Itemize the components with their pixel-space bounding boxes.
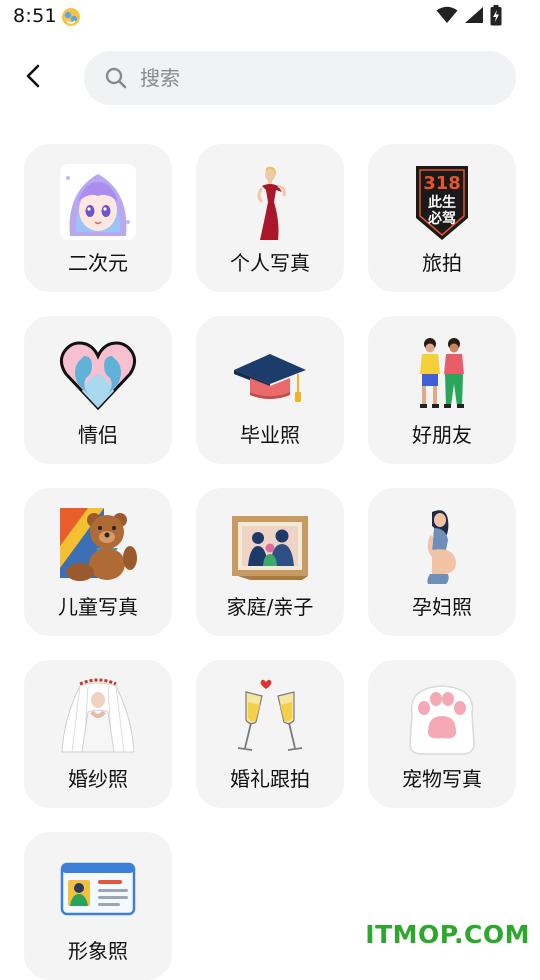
teddy-bear-icon bbox=[58, 506, 138, 586]
anime-girl-icon bbox=[58, 162, 138, 242]
search-icon bbox=[104, 66, 128, 90]
category-label: 婚纱照 bbox=[68, 767, 128, 791]
category-card-anime[interactable]: 二次元 bbox=[24, 144, 172, 292]
category-grid: 二次元 个人写真 318 此生 必驾 旅拍 情侣 毕业照 好朋友 儿童写真 家庭… bbox=[24, 144, 516, 980]
category-card-wedding-photo[interactable]: 婚纱照 bbox=[24, 660, 172, 808]
category-card-profile-photo[interactable]: 形象照 bbox=[24, 832, 172, 980]
category-label: 儿童写真 bbox=[58, 595, 138, 619]
id-card-icon bbox=[58, 850, 138, 930]
badge-line1-text: 此生 bbox=[428, 194, 456, 211]
watermark-text: ITMOP.COM bbox=[365, 920, 530, 949]
back-button[interactable] bbox=[14, 58, 54, 98]
search-input[interactable] bbox=[138, 65, 472, 91]
category-label: 情侣 bbox=[78, 423, 118, 447]
category-label: 旅拍 bbox=[422, 251, 462, 275]
status-bar: 8:51 bbox=[0, 0, 540, 38]
category-label: 形象照 bbox=[68, 939, 128, 963]
red-dress-woman-icon bbox=[230, 162, 310, 242]
category-label: 二次元 bbox=[68, 251, 128, 275]
category-label: 婚礼跟拍 bbox=[230, 767, 310, 791]
wifi-icon bbox=[436, 6, 458, 28]
champagne-toast-icon bbox=[230, 678, 310, 758]
status-icons bbox=[436, 4, 502, 30]
category-label: 家庭/亲子 bbox=[226, 595, 314, 619]
search-bar[interactable] bbox=[84, 51, 516, 105]
318-travel-badge-icon: 318 此生 必驾 bbox=[402, 162, 482, 242]
category-card-children-portrait[interactable]: 儿童写真 bbox=[24, 488, 172, 636]
back-arrow-icon bbox=[22, 64, 46, 92]
battery-charging-icon bbox=[490, 4, 502, 30]
cat-paw-icon bbox=[402, 678, 482, 758]
category-card-pet-portrait[interactable]: 宠物写真 bbox=[368, 660, 516, 808]
pregnant-woman-icon bbox=[402, 506, 482, 586]
category-label: 好朋友 bbox=[412, 423, 472, 447]
category-card-wedding-followup[interactable]: 婚礼跟拍 bbox=[196, 660, 344, 808]
badge-line2-text: 必驾 bbox=[427, 210, 456, 227]
category-card-travel[interactable]: 318 此生 必驾 旅拍 bbox=[368, 144, 516, 292]
graduation-cap-icon bbox=[230, 334, 310, 414]
two-friends-icon bbox=[402, 334, 482, 414]
category-card-family[interactable]: 家庭/亲子 bbox=[196, 488, 344, 636]
couple-heart-icon bbox=[58, 334, 138, 414]
wedding-veil-icon bbox=[58, 678, 138, 758]
category-card-maternity[interactable]: 孕妇照 bbox=[368, 488, 516, 636]
family-photo-frame-icon bbox=[230, 506, 310, 586]
category-label: 毕业照 bbox=[240, 423, 300, 447]
category-label: 个人写真 bbox=[230, 251, 310, 275]
notification-badge-icon bbox=[60, 6, 82, 28]
category-card-personal-portrait[interactable]: 个人写真 bbox=[196, 144, 344, 292]
category-label: 孕妇照 bbox=[412, 595, 472, 619]
category-card-graduation[interactable]: 毕业照 bbox=[196, 316, 344, 464]
category-card-couple[interactable]: 情侣 bbox=[24, 316, 172, 464]
category-label: 宠物写真 bbox=[402, 767, 482, 791]
category-card-friends[interactable]: 好朋友 bbox=[368, 316, 516, 464]
badge-318-text: 318 bbox=[423, 173, 461, 194]
cellular-signal-icon bbox=[464, 6, 484, 28]
status-time: 8:51 bbox=[13, 5, 57, 27]
